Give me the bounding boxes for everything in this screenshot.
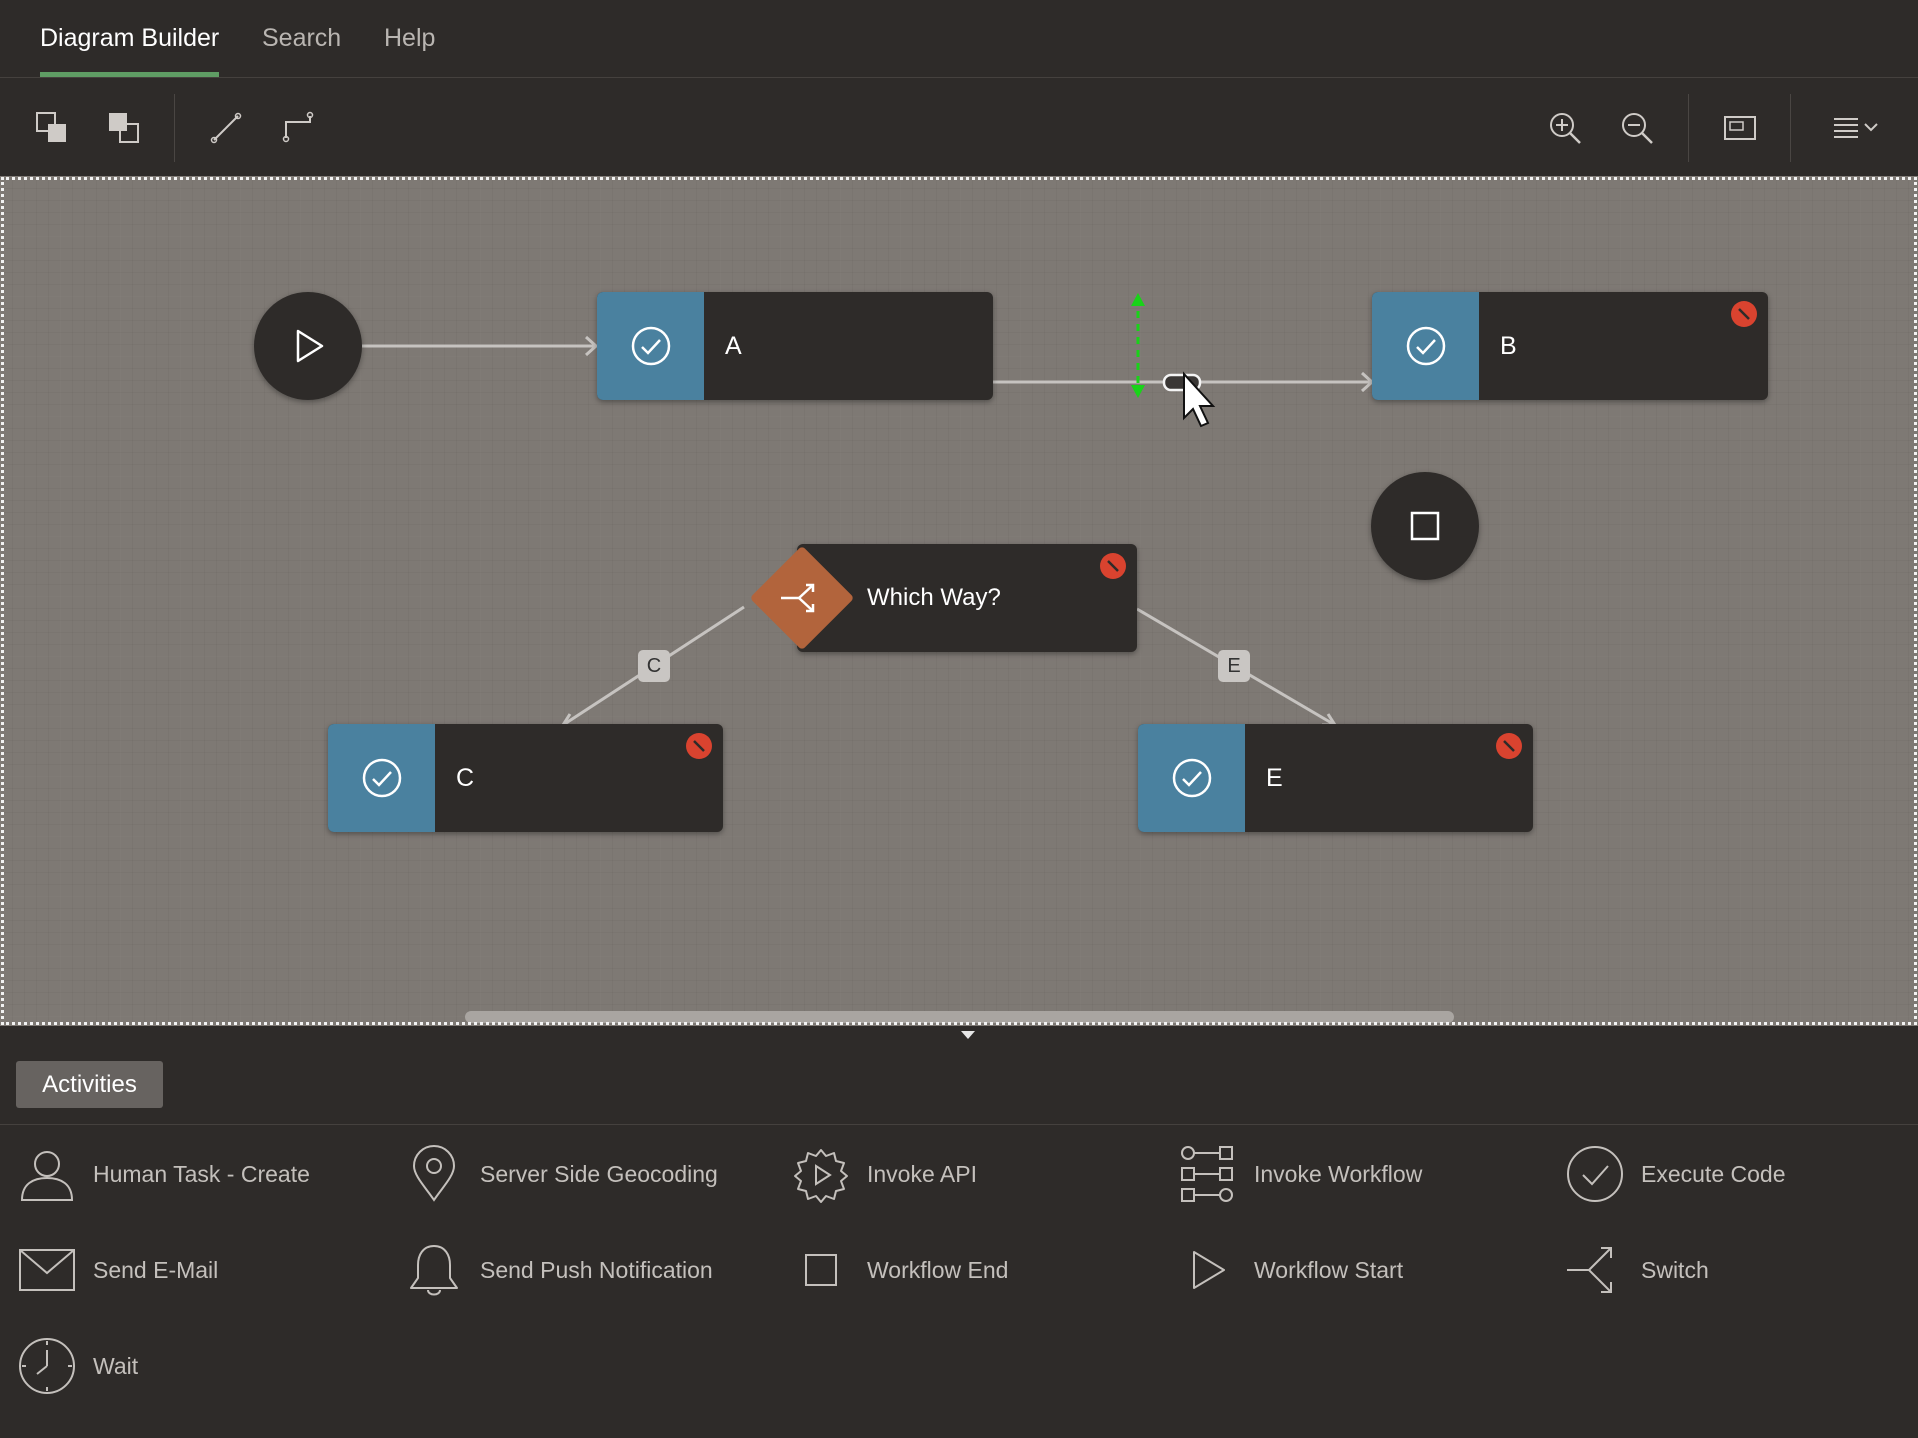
task-node-a[interactable]: A bbox=[597, 292, 993, 400]
workflow-start-node[interactable] bbox=[254, 292, 362, 400]
person-icon bbox=[20, 1151, 74, 1201]
switch-icon bbox=[1567, 1247, 1612, 1293]
send-to-back-icon bbox=[109, 113, 139, 143]
activity-label: Server Side Geocoding bbox=[480, 1160, 718, 1187]
diagram-toolbar bbox=[0, 78, 1918, 175]
error-badge-icon[interactable] bbox=[685, 732, 713, 760]
task-label: E bbox=[1266, 764, 1283, 792]
workflow-end-node[interactable] bbox=[1371, 472, 1479, 580]
toolbar-divider bbox=[1790, 94, 1791, 162]
layout-menu-button[interactable] bbox=[1826, 106, 1886, 150]
task-icon-box bbox=[1372, 292, 1479, 400]
error-badge-icon[interactable] bbox=[1495, 732, 1523, 760]
stop-square-icon bbox=[1410, 511, 1440, 541]
activity-label: Workflow End bbox=[867, 1256, 1009, 1283]
zoom-out-icon bbox=[1622, 113, 1653, 144]
layout-menu-icon bbox=[1834, 118, 1878, 138]
activity-label: Wait bbox=[93, 1352, 139, 1379]
play-icon bbox=[296, 329, 324, 363]
activity-label: Execute Code bbox=[1641, 1160, 1786, 1187]
straight-connector-button[interactable] bbox=[204, 106, 248, 150]
bring-to-front-icon bbox=[36, 112, 66, 142]
straight-line-icon bbox=[210, 112, 242, 144]
activity-label: Send Push Notification bbox=[480, 1256, 713, 1283]
square-icon bbox=[805, 1254, 837, 1286]
connector-start-to-a[interactable] bbox=[362, 335, 599, 357]
activity-server-side-geocoding[interactable]: Server Side Geocoding bbox=[402, 1142, 718, 1206]
workflow-icon bbox=[1181, 1146, 1233, 1202]
activity-send-push-notification[interactable]: Send Push Notification bbox=[402, 1238, 713, 1302]
activities-panel: Activities Human Task - Create Server Si… bbox=[0, 1044, 1918, 1438]
zoom-out-button[interactable] bbox=[1615, 106, 1659, 150]
tab-search[interactable]: Search bbox=[262, 0, 341, 77]
orthogonal-connector-button[interactable] bbox=[276, 106, 320, 150]
task-label: A bbox=[725, 332, 742, 360]
zoom-in-button[interactable] bbox=[1543, 106, 1587, 150]
error-badge-icon[interactable] bbox=[1099, 552, 1127, 580]
check-circle-icon bbox=[362, 758, 401, 798]
check-circle-icon bbox=[1172, 758, 1211, 798]
check-circle-icon bbox=[1406, 326, 1445, 366]
activity-invoke-api[interactable]: Invoke API bbox=[789, 1142, 977, 1206]
task-node-e[interactable]: E bbox=[1138, 724, 1533, 832]
task-node-c[interactable]: C bbox=[328, 724, 723, 832]
tab-diagram-builder[interactable]: Diagram Builder bbox=[40, 0, 220, 77]
toolbar-divider bbox=[1688, 94, 1689, 162]
gear-play-icon bbox=[794, 1149, 848, 1203]
activity-label: Invoke Workflow bbox=[1254, 1160, 1423, 1187]
toolbar-divider bbox=[174, 94, 175, 162]
activity-label: Invoke API bbox=[867, 1160, 977, 1187]
edge-label-e[interactable]: E bbox=[1218, 650, 1250, 682]
check-circle-icon bbox=[1567, 1146, 1623, 1202]
orthogonal-line-icon bbox=[282, 111, 314, 143]
task-icon-box bbox=[328, 724, 435, 832]
activity-send-email[interactable]: Send E-Mail bbox=[15, 1238, 218, 1302]
panel-divider bbox=[0, 1124, 1918, 1125]
tab-help[interactable]: Help bbox=[384, 0, 435, 77]
fit-to-screen-button[interactable] bbox=[1718, 106, 1762, 150]
activity-switch[interactable]: Switch bbox=[1563, 1238, 1709, 1302]
task-label: C bbox=[456, 764, 475, 792]
switch-diamond[interactable] bbox=[749, 545, 855, 651]
activity-workflow-end[interactable]: Workflow End bbox=[789, 1238, 1008, 1302]
diagram-canvas[interactable]: A B Which Way? C E C E bbox=[0, 176, 1918, 1026]
map-pin-icon bbox=[412, 1145, 456, 1202]
panel-splitter[interactable] bbox=[0, 1026, 1918, 1044]
activity-invoke-workflow[interactable]: Invoke Workflow bbox=[1176, 1142, 1422, 1206]
error-badge-icon[interactable] bbox=[1730, 300, 1758, 328]
zoom-in-icon bbox=[1550, 113, 1581, 144]
fit-to-screen-icon bbox=[1724, 116, 1756, 140]
bell-icon bbox=[410, 1245, 458, 1296]
activity-label: Workflow Start bbox=[1254, 1256, 1404, 1283]
envelope-icon bbox=[19, 1249, 75, 1291]
clock-icon bbox=[19, 1338, 75, 1394]
switch-label: Which Way? bbox=[867, 584, 1001, 611]
canvas-horizontal-scrollbar[interactable] bbox=[465, 1011, 1454, 1023]
task-icon-box bbox=[597, 292, 704, 400]
activity-label: Human Task - Create bbox=[93, 1160, 310, 1187]
play-icon bbox=[1193, 1251, 1225, 1289]
task-node-b[interactable]: B bbox=[1372, 292, 1768, 400]
tab-activities[interactable]: Activities bbox=[16, 1061, 163, 1108]
edge-label-c[interactable]: C bbox=[638, 650, 670, 682]
activity-label: Send E-Mail bbox=[93, 1256, 219, 1283]
task-label: B bbox=[1500, 332, 1517, 360]
activity-label: Switch bbox=[1641, 1256, 1709, 1283]
chevron-down-icon bbox=[961, 1031, 975, 1039]
task-icon-box bbox=[1138, 724, 1245, 832]
bring-to-front-button[interactable] bbox=[30, 106, 74, 150]
send-to-back-button[interactable] bbox=[102, 106, 146, 150]
top-tab-bar: Diagram Builder Search Help bbox=[0, 0, 1918, 78]
activity-wait[interactable]: Wait bbox=[15, 1334, 138, 1398]
activity-workflow-start[interactable]: Workflow Start bbox=[1176, 1238, 1403, 1302]
activity-execute-code[interactable]: Execute Code bbox=[1563, 1142, 1785, 1206]
check-circle-icon bbox=[631, 326, 670, 366]
switch-icon bbox=[781, 583, 815, 613]
activity-human-task-create[interactable]: Human Task - Create bbox=[15, 1142, 310, 1206]
